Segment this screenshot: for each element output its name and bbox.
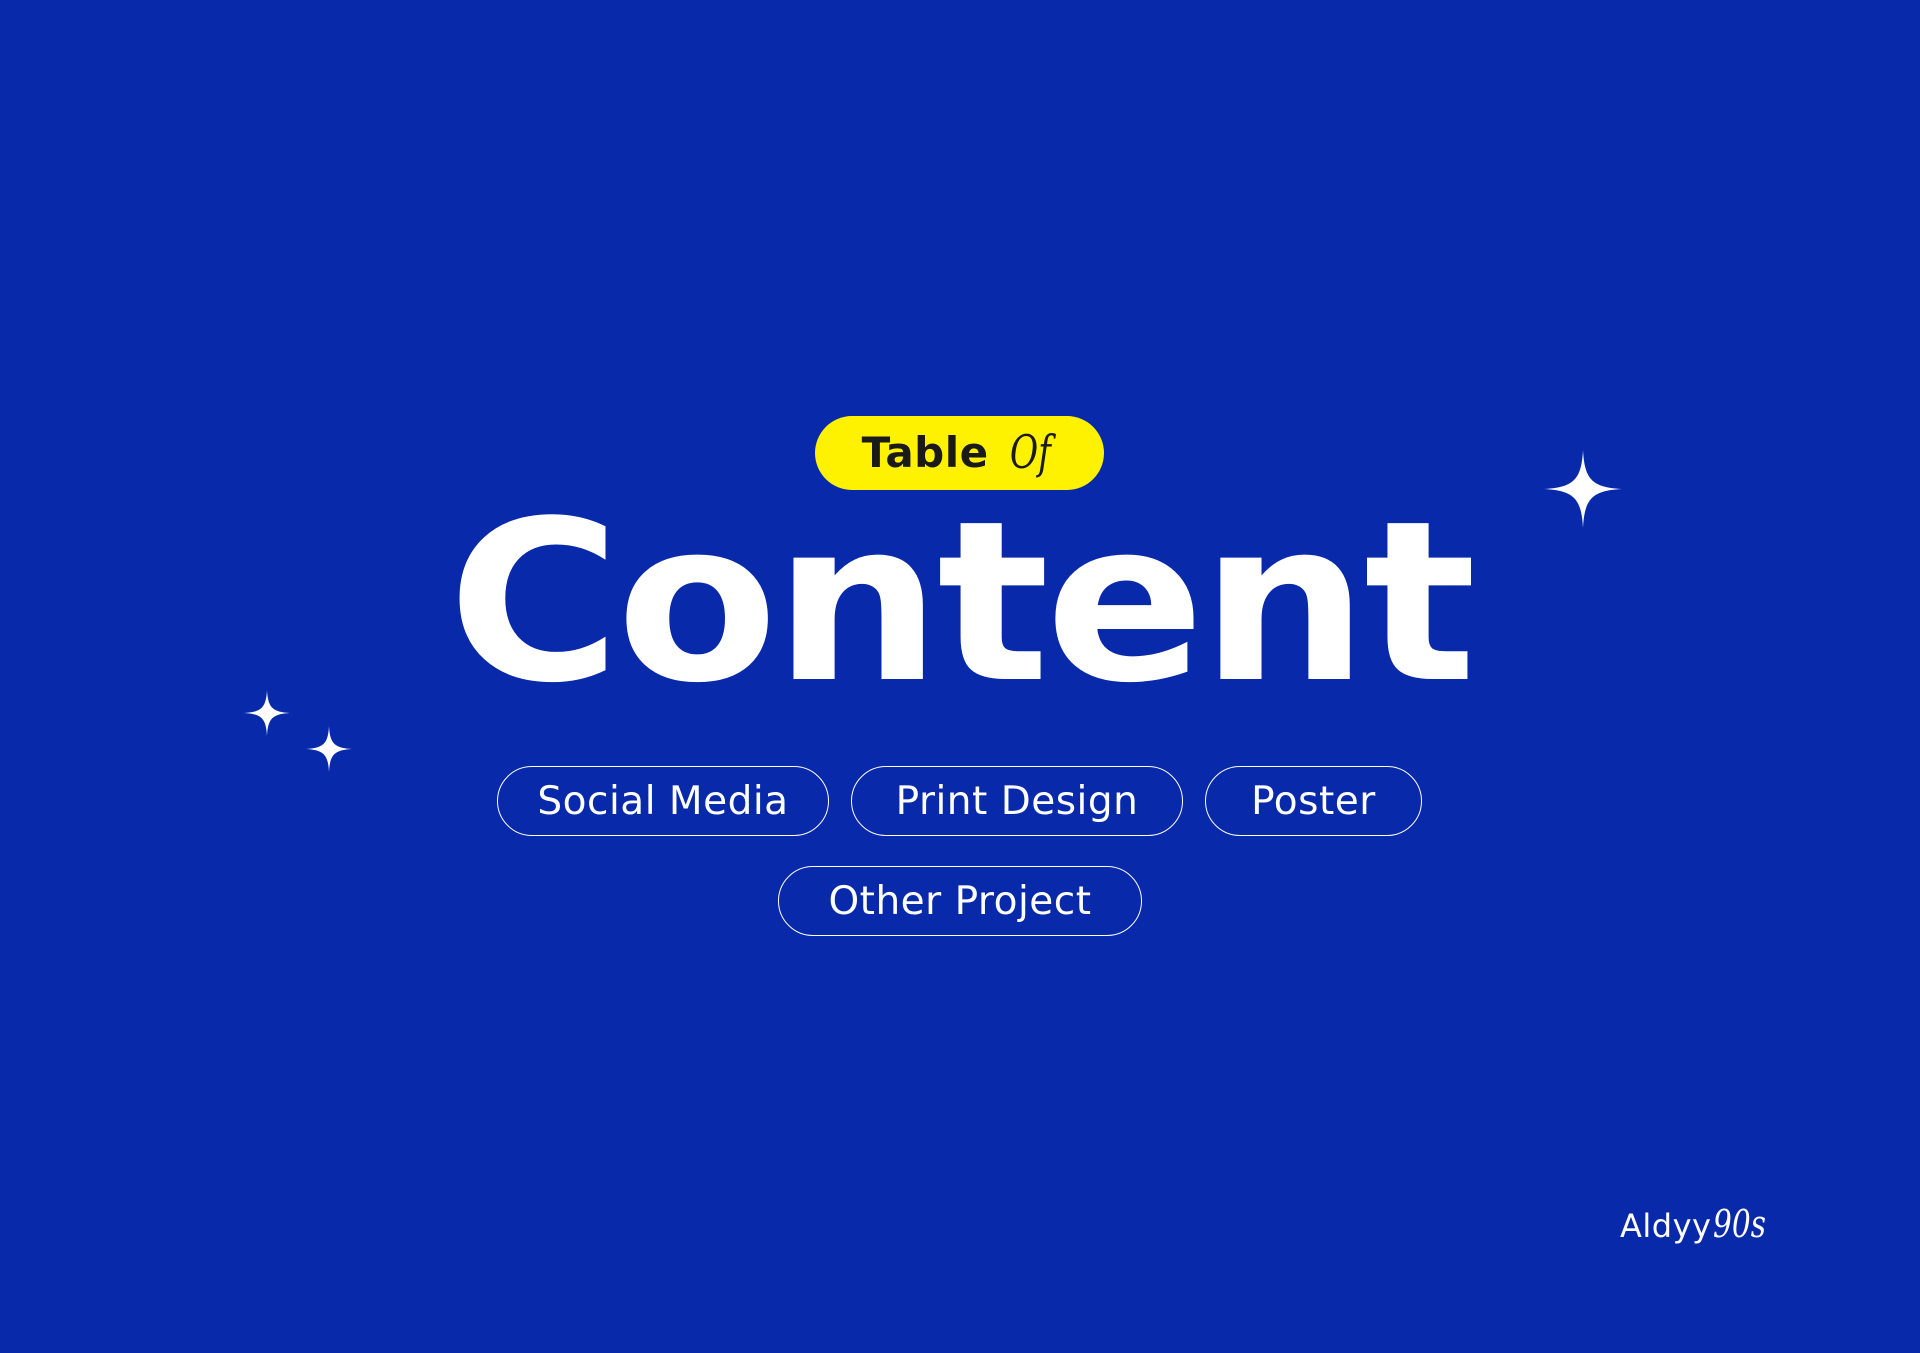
category-pill-poster[interactable]: Poster — [1205, 766, 1422, 836]
signature-word: Aldyy — [1620, 1207, 1712, 1245]
signature-script: 90s — [1713, 1202, 1767, 1246]
category-pill-social-media[interactable]: Social Media — [497, 766, 829, 836]
category-pill-print-design[interactable]: Print Design — [851, 766, 1183, 836]
category-pill-other-project[interactable]: Other Project — [778, 866, 1142, 936]
badge-word: Table — [861, 427, 989, 477]
sparkle-icon — [1544, 450, 1622, 528]
sparkle-icon — [306, 726, 352, 772]
badge-script: Of — [1009, 425, 1051, 479]
author-signature: Aldyy 90s — [1620, 1202, 1781, 1252]
sparkle-icon — [244, 690, 290, 736]
